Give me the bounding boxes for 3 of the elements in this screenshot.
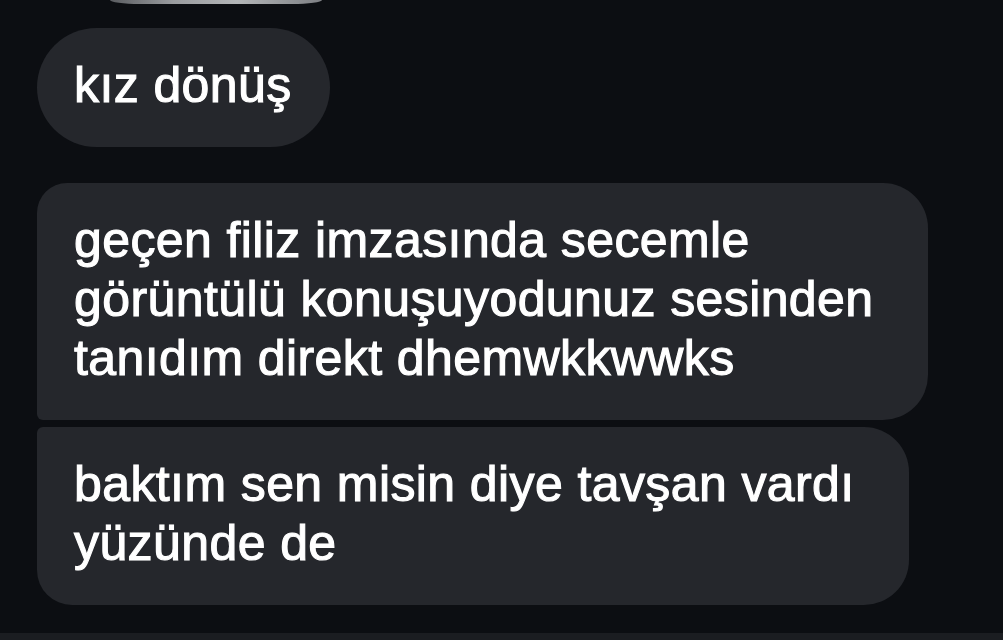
message-bubble: kız dönüş — [37, 28, 330, 147]
message-bubble: geçen filiz imzasında secemle görüntülü konuşuyodunuz sesinden tanıdım direkt dhemwkkwwks — [37, 183, 928, 420]
message-bubble: baktım sen misin diye tavşan vardı yüzünde de — [37, 427, 909, 605]
